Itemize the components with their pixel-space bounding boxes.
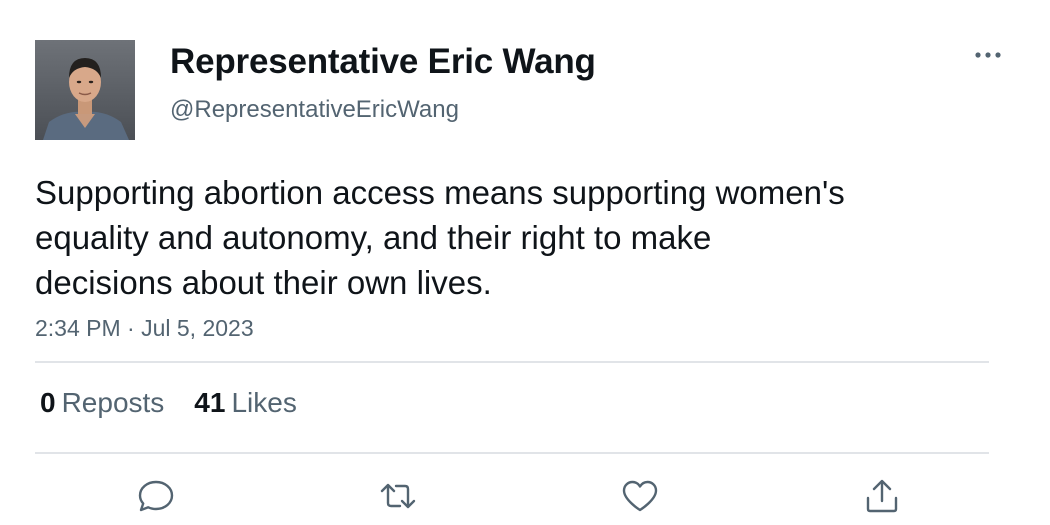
- more-horizontal-icon: [975, 52, 1001, 58]
- tweet-card: Representative Eric Wang @Representative…: [0, 0, 1050, 525]
- tweet-timestamp[interactable]: 2:34 PM · Jul 5, 2023: [35, 315, 254, 342]
- heart-icon: [622, 480, 658, 512]
- reposts-label: Reposts: [61, 387, 165, 418]
- reposts-stat[interactable]: 0 Reposts: [40, 387, 164, 419]
- share-icon: [866, 479, 898, 513]
- likes-label: Likes: [231, 387, 297, 418]
- display-name[interactable]: Representative Eric Wang: [170, 42, 596, 82]
- reply-button[interactable]: [134, 474, 178, 518]
- divider: [35, 452, 989, 454]
- reposts-count: 0: [40, 387, 56, 418]
- engagement-stats: 0 Reposts 41 Likes: [40, 387, 297, 419]
- like-button[interactable]: [618, 474, 662, 518]
- user-handle[interactable]: @RepresentativeEricWang: [170, 96, 459, 124]
- likes-stat[interactable]: 41 Likes: [194, 387, 297, 419]
- tweet-text: Supporting abortion access means support…: [35, 174, 845, 301]
- likes-count: 41: [194, 387, 226, 418]
- avatar-image: [35, 40, 135, 140]
- more-options-button[interactable]: [968, 40, 1008, 70]
- avatar[interactable]: [35, 40, 135, 140]
- reply-icon: [138, 480, 174, 512]
- share-button[interactable]: [860, 474, 904, 518]
- repost-icon: [380, 483, 416, 509]
- divider: [35, 361, 989, 363]
- repost-button[interactable]: [376, 474, 420, 518]
